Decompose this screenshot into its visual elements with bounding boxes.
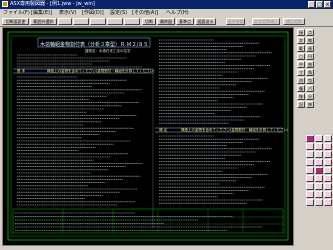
menu-file[interactable]: ファイル(F) bbox=[3, 10, 30, 16]
layer-button[interactable] bbox=[315, 167, 323, 174]
layer-button[interactable] bbox=[324, 159, 332, 166]
layer-button[interactable] bbox=[324, 151, 332, 158]
tb-range-select[interactable]: 範囲外選択 bbox=[30, 18, 57, 25]
layer-button[interactable] bbox=[306, 143, 314, 150]
tool-button-col1-0[interactable]: 接続 bbox=[297, 29, 305, 36]
section-basic-note: 構造上の金物を含めてください(金物割付・軸組を計算してください) bbox=[47, 69, 155, 73]
menu-edit[interactable]: [編集(E)] bbox=[31, 10, 52, 16]
layer-button[interactable] bbox=[315, 143, 323, 150]
tool-button-col1-3[interactable]: □ bbox=[297, 53, 305, 60]
tb-btn-blank-1[interactable] bbox=[58, 18, 72, 25]
tb-send[interactable]: 図面送る bbox=[195, 18, 216, 25]
tool-button-col2-3[interactable]: 円 bbox=[306, 53, 314, 60]
tb-text-correct[interactable]: 文字定数補正 bbox=[252, 18, 280, 25]
tool-button-col1-2[interactable]: 範囲 bbox=[297, 45, 305, 52]
minimize-button[interactable]: _ bbox=[308, 1, 315, 8]
layer-button[interactable] bbox=[315, 199, 323, 206]
tb-cut[interactable]: 切断 bbox=[142, 18, 156, 25]
status-bar bbox=[0, 246, 295, 250]
right-tool-panel: 接続点文字線範囲連線□円中心曲線寸法角消去包絡複写パラ移動分割記変伸縮 bbox=[295, 27, 333, 250]
layer-button[interactable] bbox=[306, 191, 314, 198]
window-title: ASX専用製図器 - [例1.jww - jw_win] bbox=[10, 1, 95, 7]
tb-base-point[interactable]: 基準点 bbox=[176, 18, 194, 25]
layer-button[interactable] bbox=[306, 151, 314, 158]
layer-button[interactable] bbox=[306, 199, 314, 206]
layer-button[interactable] bbox=[315, 151, 323, 158]
tool-button-col1-1[interactable]: 文字 bbox=[297, 37, 305, 44]
tool-button-col1-4[interactable]: 中心 bbox=[297, 61, 305, 68]
tool-button-col2-1[interactable]: 線 bbox=[306, 37, 314, 44]
menu-bar: ファイル(F) [編集(E)] 表示(V) [作図(D)] 設定(S) [その他… bbox=[0, 9, 333, 17]
layer-button[interactable] bbox=[306, 167, 314, 174]
section-supplement: 補 足 bbox=[159, 128, 168, 132]
drawing-subtitle: 建物名：木造在来工法の住宅 bbox=[85, 49, 131, 53]
app-icon bbox=[2, 1, 8, 7]
layer-button[interactable] bbox=[324, 183, 332, 190]
layer-button[interactable] bbox=[315, 175, 323, 182]
layer-button[interactable] bbox=[324, 199, 332, 206]
tool-button-col1-5[interactable]: 寸法 bbox=[297, 69, 305, 76]
close-button[interactable]: × bbox=[324, 1, 331, 8]
layer-button[interactable] bbox=[306, 159, 314, 166]
menu-draw[interactable]: [作図(D)] bbox=[82, 10, 104, 16]
section-supplement-note: 構造上の金物を含めてください(金物割付・軸組を計算してください) bbox=[181, 128, 289, 132]
tool-button-col2-4[interactable]: 曲線 bbox=[306, 61, 314, 68]
layer-button[interactable] bbox=[306, 183, 314, 190]
layer-button[interactable] bbox=[315, 159, 323, 166]
menu-view[interactable]: 表示(V) bbox=[59, 10, 76, 16]
section-basic: 基 本 bbox=[17, 69, 26, 73]
layer-button[interactable] bbox=[324, 167, 332, 174]
tb-btn-blank-3[interactable] bbox=[90, 18, 106, 25]
tool-button-col2-6[interactable]: 包絡 bbox=[306, 77, 314, 84]
maximize-button[interactable]: □ bbox=[316, 1, 323, 8]
tool-button-col1-7[interactable]: 複写 bbox=[297, 85, 305, 92]
tb-final[interactable]: 最終図 bbox=[157, 18, 175, 25]
drawing-title: 木造軸組金物割付表（分析３章型）Ｒ.Ｍ２/８５ bbox=[40, 42, 149, 48]
tb-correct-const[interactable]: 補正定数 bbox=[283, 18, 305, 25]
tb-btn-blank-5[interactable] bbox=[124, 18, 140, 25]
layer-button[interactable] bbox=[315, 183, 323, 190]
tool-button-col2-8[interactable]: 分割 bbox=[306, 93, 314, 100]
tool-button-col1-8[interactable]: 移動 bbox=[297, 93, 305, 100]
menu-help[interactable]: ヘルプ(H) bbox=[166, 10, 189, 16]
layer-button[interactable] bbox=[315, 191, 323, 198]
layer-button[interactable] bbox=[324, 191, 332, 198]
tool-button-col2-2[interactable]: 連線 bbox=[306, 45, 314, 52]
title-bar: ASX専用製図器 - [例1.jww - jw_win] _ □ × bbox=[0, 0, 333, 9]
tool-button-col1-6[interactable]: 消去 bbox=[297, 77, 305, 84]
layer-button[interactable] bbox=[315, 135, 323, 142]
tb-btn-blank-4[interactable] bbox=[107, 18, 123, 25]
tool-button-col2-0[interactable]: 点 bbox=[306, 29, 314, 36]
layer-button[interactable] bbox=[324, 143, 332, 150]
menu-settings[interactable]: 設定(S) bbox=[110, 10, 127, 16]
toolbar: 切断図変更 範囲外選択 切断 最終図 基準点 図面送る 図形移動 文字定数補正 … bbox=[0, 17, 333, 27]
tool-button-col2-7[interactable]: パラ bbox=[306, 85, 314, 92]
tool-button-col2-9[interactable]: 伸縮 bbox=[306, 101, 314, 108]
tool-button-col1-9[interactable]: 記変 bbox=[297, 101, 305, 108]
tb-btn-blank-2[interactable] bbox=[73, 18, 89, 25]
layer-button[interactable] bbox=[324, 135, 332, 142]
tb-move-shape[interactable]: 図形移動 bbox=[226, 18, 245, 25]
menu-other[interactable]: [その他(A)] bbox=[132, 10, 158, 16]
layer-button[interactable] bbox=[324, 175, 332, 182]
layer-button[interactable] bbox=[306, 135, 314, 142]
layer-button[interactable] bbox=[306, 175, 314, 182]
drawing-sheet bbox=[7, 31, 289, 241]
drawing-canvas[interactable]: 木造軸組金物割付表（分析３章型）Ｒ.Ｍ２/８５ 建物名：木造在来工法の住宅 基 … bbox=[2, 27, 294, 246]
tb-cut-change[interactable]: 切断図変更 bbox=[2, 18, 29, 25]
tool-button-col2-5[interactable]: 角 bbox=[306, 69, 314, 76]
